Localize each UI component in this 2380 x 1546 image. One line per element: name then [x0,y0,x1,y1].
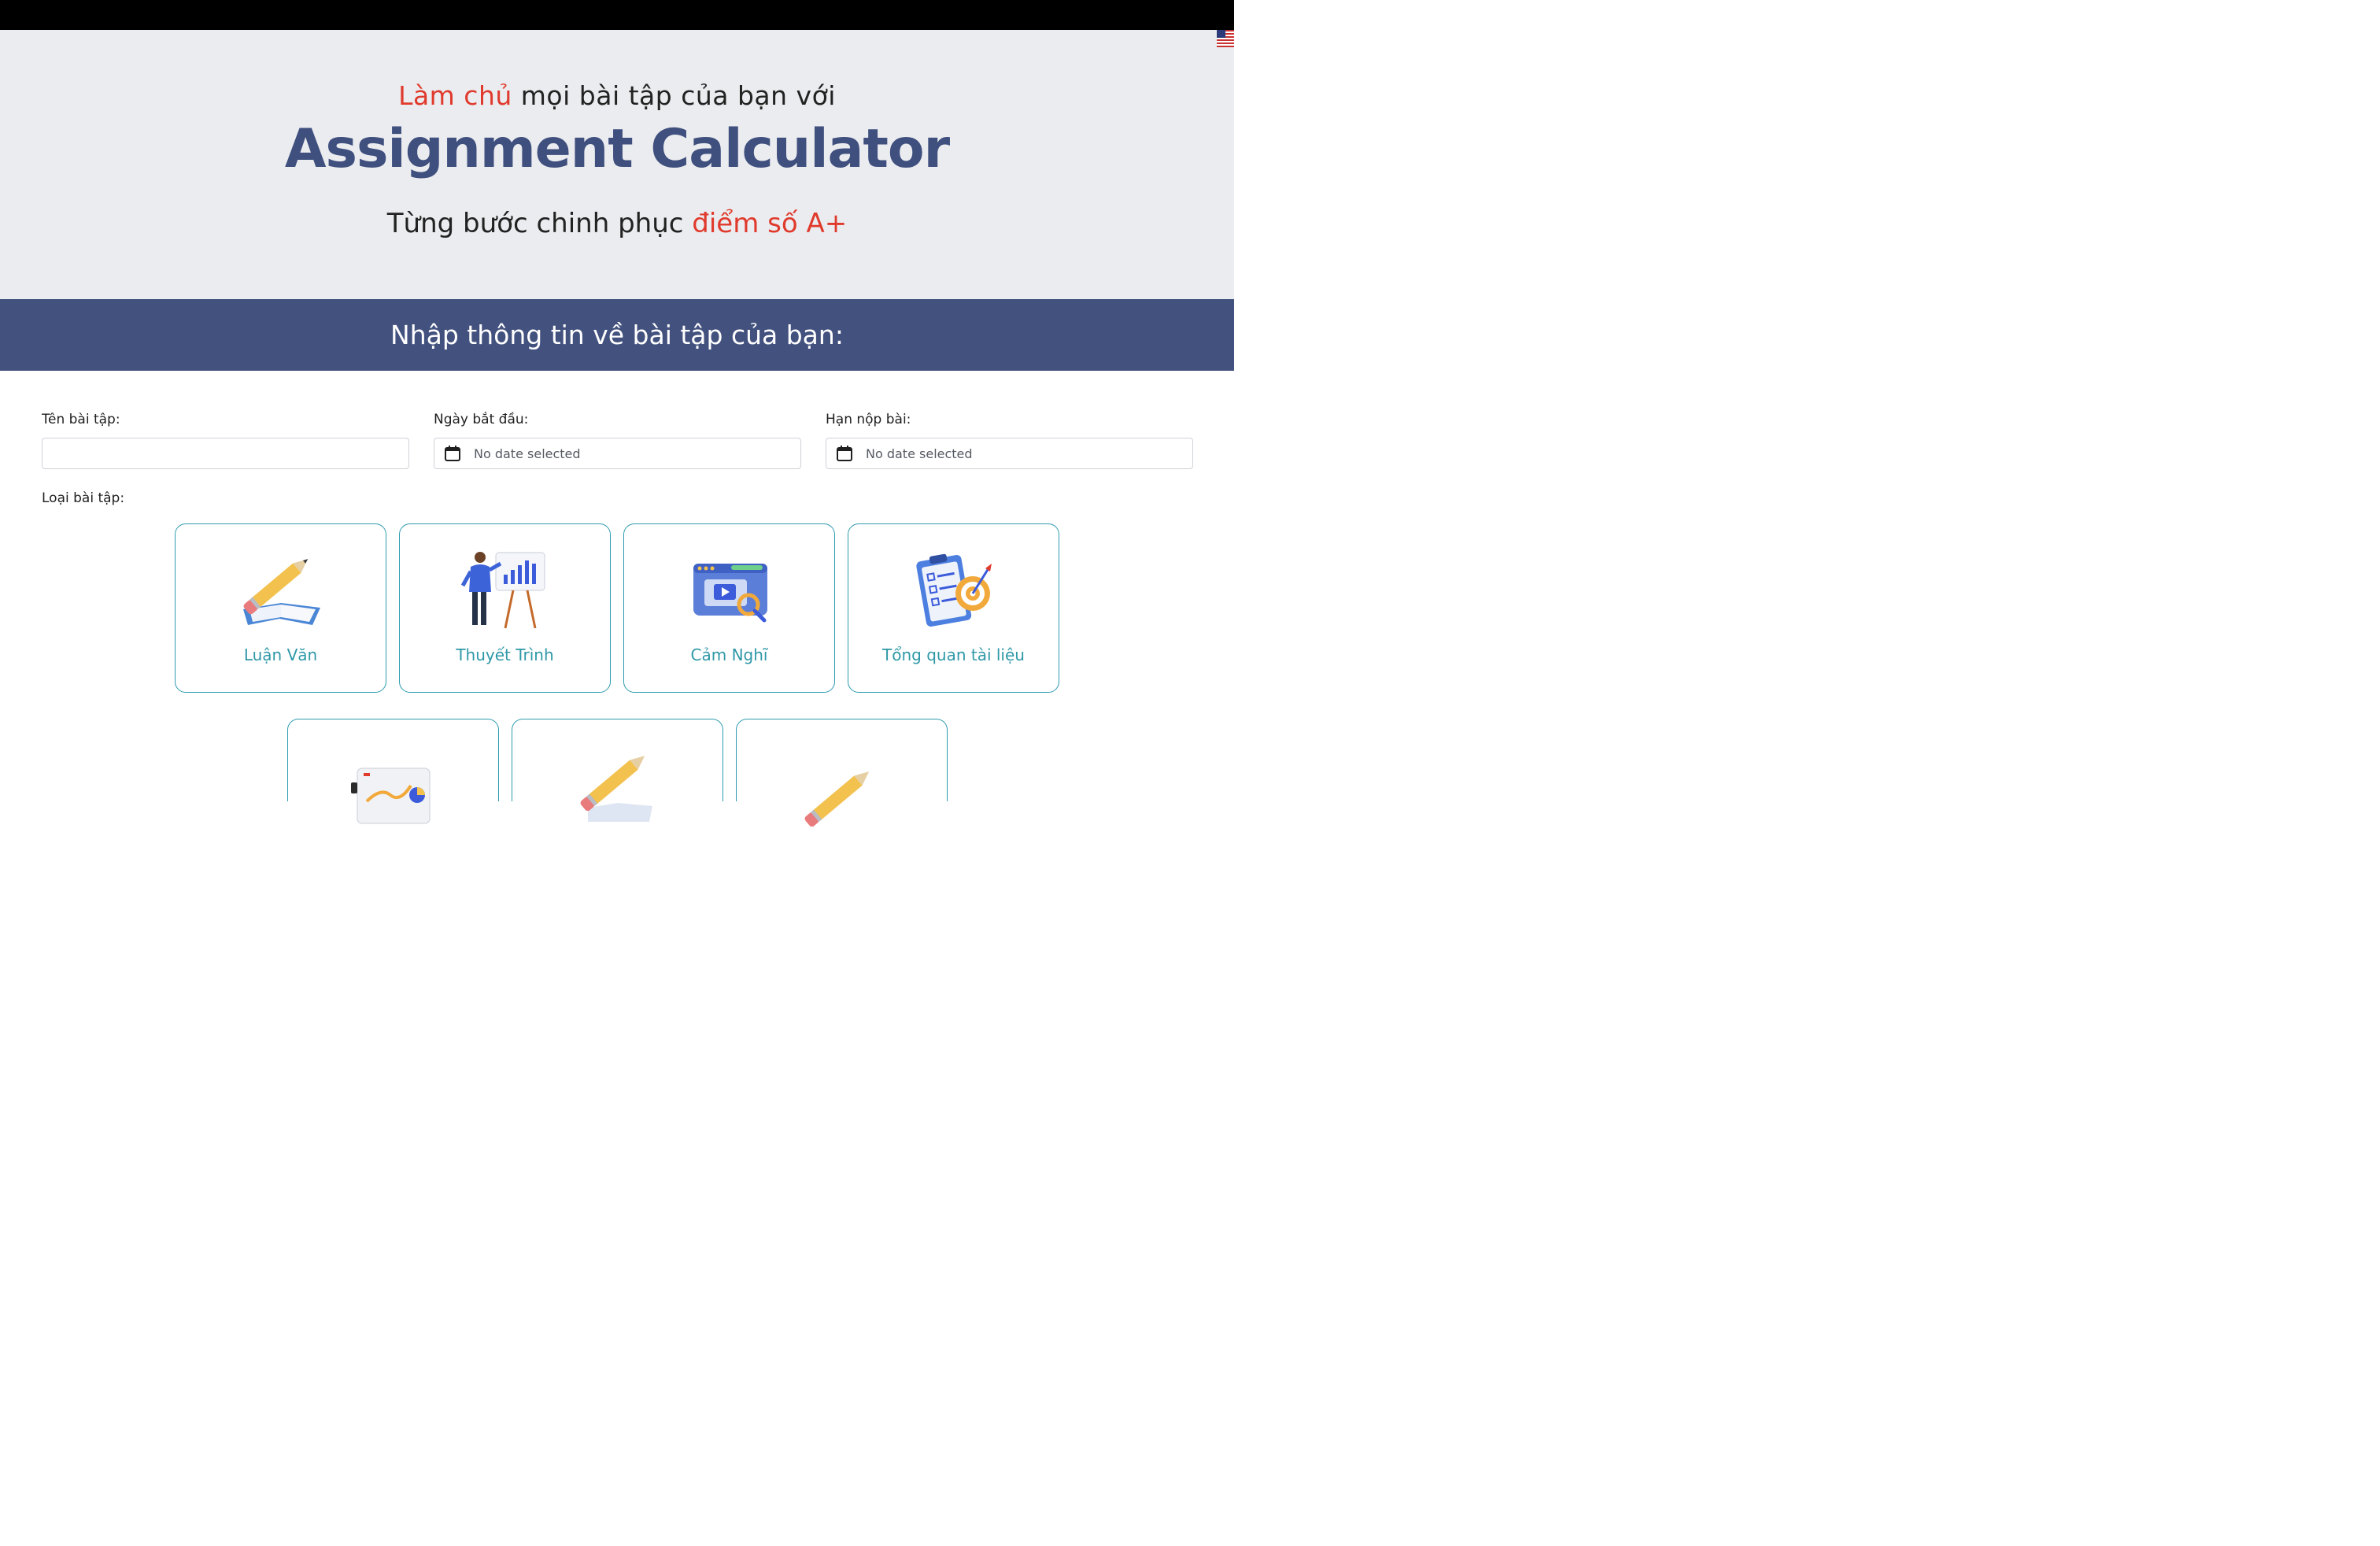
pencil-icon [804,771,869,827]
assignment-name-label: Tên bài tập: [42,412,120,427]
presenter-chart-icon [460,552,545,629]
assignment-type-card-5[interactable] [287,719,499,824]
due-date-placeholder: No date selected [866,446,973,461]
assignment-type-card-reflection[interactable]: Cảm Nghĩ [623,523,835,693]
start-date-picker[interactable]: No date selected [434,438,801,469]
card-label: Thuyết Trình [456,645,554,664]
tagline-rest: mọi bài tập của bạn với [520,80,836,111]
pencil-book-icon [242,559,320,625]
assignment-name-field[interactable] [42,438,409,469]
card-label: Luận Văn [243,645,318,664]
tagline-accent: Làm chủ [398,80,512,111]
checklist-target-icon [915,553,992,627]
calendar-icon [445,446,460,461]
subtitle-start: Từng bước chinh phục [386,208,684,239]
hero-subtitle: Từng bước chinh phục điểm số A+ [0,208,1234,239]
hero-tagline: Làm chủ mọi bài tập của bạn với [0,80,1234,111]
hero-section: Làm chủ mọi bài tập của bạn với Assignme… [0,30,1234,299]
card-label: Cảm Nghĩ [690,645,768,664]
assignment-type-card-presentation[interactable]: Thuyết Trình [399,523,611,693]
card-label: Tổng quan tài liệu [882,645,1025,664]
assignment-type-card-7[interactable] [736,719,948,827]
assignment-type-label: Loại bài tập: [42,490,125,506]
analytics-report-icon [350,767,430,824]
video-search-icon [693,564,767,623]
assignment-type-card-literature-review[interactable]: Tổng quan tài liệu [848,523,1059,693]
due-date-label: Hạn nộp bài: [826,412,911,427]
page-title: Assignment Calculator [284,118,950,180]
us-flag-icon[interactable] [1217,30,1234,47]
start-date-label: Ngày bắt đầu: [434,412,529,427]
calendar-icon [837,446,852,461]
browser-top-bar [0,0,1234,30]
section-heading: Nhập thông tin về bài tập của bạn: [390,320,844,350]
assignment-type-card-thesis[interactable]: Luận Văn [175,523,386,693]
form-section-header: Nhập thông tin về bài tập của bạn: [0,299,1234,371]
due-date-picker[interactable]: No date selected [826,438,1193,469]
assignment-type-card-6[interactable] [512,719,723,822]
assignment-name-input[interactable] [42,438,408,468]
pencil-book-icon [580,756,652,822]
subtitle-accent: điểm số A+ [692,208,848,239]
start-date-placeholder: No date selected [474,446,581,461]
